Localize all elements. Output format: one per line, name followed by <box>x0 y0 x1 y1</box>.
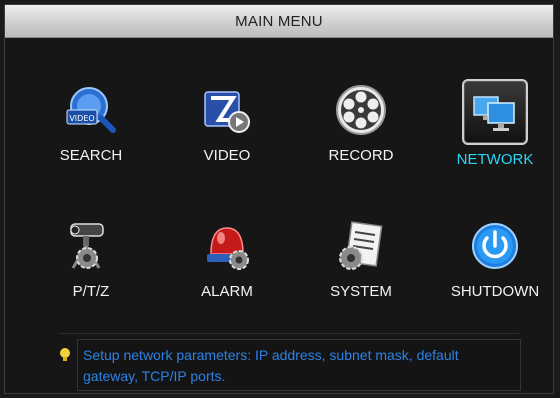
menu-item-label: NETWORK <box>456 151 534 168</box>
menu-item-network[interactable]: NETWORK <box>430 79 560 168</box>
lightbulb-icon <box>59 347 71 368</box>
menu-item-label: VIDEO <box>203 147 251 164</box>
divider <box>59 333 519 334</box>
hint-text: Setup network parameters: IP address, su… <box>83 347 459 384</box>
alarm-siren-gear-icon <box>196 215 258 277</box>
main-menu-window: MAIN MENU VIDEO SEARCH VIDEO RECORD NETW… <box>4 4 554 394</box>
menu-item-label: RECORD <box>328 147 394 164</box>
menu-item-ptz[interactable]: P/T/Z <box>26 215 156 300</box>
menu-item-label: SEARCH <box>59 147 123 164</box>
ptz-camera-gear-icon <box>60 215 122 277</box>
menu-item-label: SYSTEM <box>330 283 392 300</box>
menu-item-label: ALARM <box>201 283 253 300</box>
video-icon <box>196 79 258 141</box>
record-reel-icon <box>330 79 392 141</box>
power-icon <box>464 215 526 277</box>
menu-item-system[interactable]: SYSTEM <box>296 215 426 300</box>
menu-item-shutdown[interactable]: SHUTDOWN <box>430 215 560 300</box>
network-monitors-icon <box>462 79 528 145</box>
menu-item-label: SHUTDOWN <box>450 283 540 300</box>
window-title: MAIN MENU <box>235 12 323 30</box>
system-document-gear-icon <box>330 215 392 277</box>
svg-text:VIDEO: VIDEO <box>69 114 94 123</box>
search-icon: VIDEO <box>60 79 122 141</box>
menu-item-search[interactable]: VIDEO SEARCH <box>26 79 156 164</box>
menu-item-alarm[interactable]: ALARM <box>162 215 292 300</box>
menu-item-label: P/T/Z <box>72 283 110 300</box>
menu-item-record[interactable]: RECORD <box>296 79 426 164</box>
title-bar: MAIN MENU <box>5 5 553 38</box>
menu-item-video[interactable]: VIDEO <box>162 79 292 164</box>
